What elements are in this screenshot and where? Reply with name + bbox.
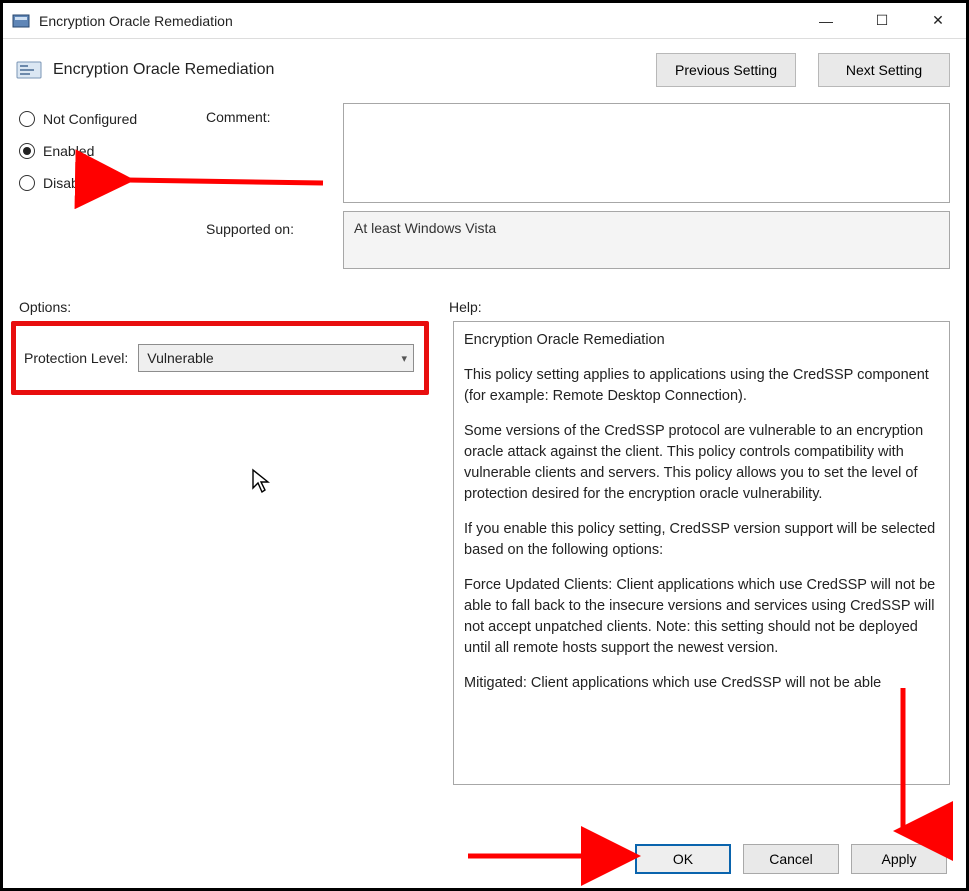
supported-on-label: Supported on: (206, 211, 331, 237)
radio-enabled[interactable]: Enabled (19, 143, 194, 159)
comment-textarea[interactable] (343, 103, 950, 203)
help-label: Help: (449, 299, 950, 315)
policy-icon (15, 59, 43, 81)
dropdown-value: Vulnerable (147, 350, 213, 366)
radio-not-configured[interactable]: Not Configured (19, 111, 194, 127)
minimize-button[interactable]: — (798, 3, 854, 39)
titlebar: Encryption Oracle Remediation — ☐ ✕ (3, 3, 966, 39)
help-text: If you enable this policy setting, CredS… (464, 519, 939, 561)
help-pane[interactable]: Encryption Oracle Remediation This polic… (453, 321, 950, 785)
help-text: Some versions of the CredSSP protocol ar… (464, 421, 939, 505)
radio-icon (19, 175, 35, 191)
comment-label: Comment: (206, 103, 331, 125)
chevron-down-icon: ▾ (401, 352, 407, 365)
protection-level-dropdown[interactable]: Vulnerable ▾ (138, 344, 414, 372)
help-text: Force Updated Clients: Client applicatio… (464, 575, 939, 659)
window-title: Encryption Oracle Remediation (39, 13, 233, 29)
state-radio-group: Not Configured Enabled Disabled (19, 103, 194, 191)
maximize-button[interactable]: ☐ (854, 3, 910, 39)
radio-label: Not Configured (43, 111, 137, 127)
app-icon (11, 11, 31, 31)
lower-panel: Protection Level: Vulnerable ▾ Encryptio… (3, 321, 966, 785)
policy-header: Encryption Oracle Remediation Previous S… (3, 39, 966, 99)
help-text: This policy setting applies to applicati… (464, 365, 939, 407)
options-label: Options: (19, 299, 449, 315)
previous-setting-button[interactable]: Previous Setting (656, 53, 796, 87)
radio-disabled[interactable]: Disabled (19, 175, 194, 191)
ok-button[interactable]: OK (635, 844, 731, 874)
dialog-button-bar: OK Cancel Apply (6, 834, 963, 882)
radio-label: Enabled (43, 143, 94, 159)
close-button[interactable]: ✕ (910, 3, 966, 39)
protection-level-row: Protection Level: Vulnerable ▾ (11, 321, 429, 395)
radio-icon (19, 143, 35, 159)
next-setting-button[interactable]: Next Setting (818, 53, 950, 87)
apply-button[interactable]: Apply (851, 844, 947, 874)
help-text: Mitigated: Client applications which use… (464, 673, 939, 694)
policy-title: Encryption Oracle Remediation (53, 61, 274, 79)
section-labels: Options: Help: (3, 285, 966, 321)
upper-panel: Not Configured Enabled Disabled Comment:… (3, 99, 966, 285)
radio-label: Disabled (43, 175, 97, 191)
options-pane: Protection Level: Vulnerable ▾ (11, 321, 435, 785)
help-title: Encryption Oracle Remediation (464, 330, 939, 351)
radio-icon (19, 111, 35, 127)
supported-on-value: At least Windows Vista (343, 211, 950, 269)
protection-level-label: Protection Level: (24, 350, 128, 366)
cancel-button[interactable]: Cancel (743, 844, 839, 874)
